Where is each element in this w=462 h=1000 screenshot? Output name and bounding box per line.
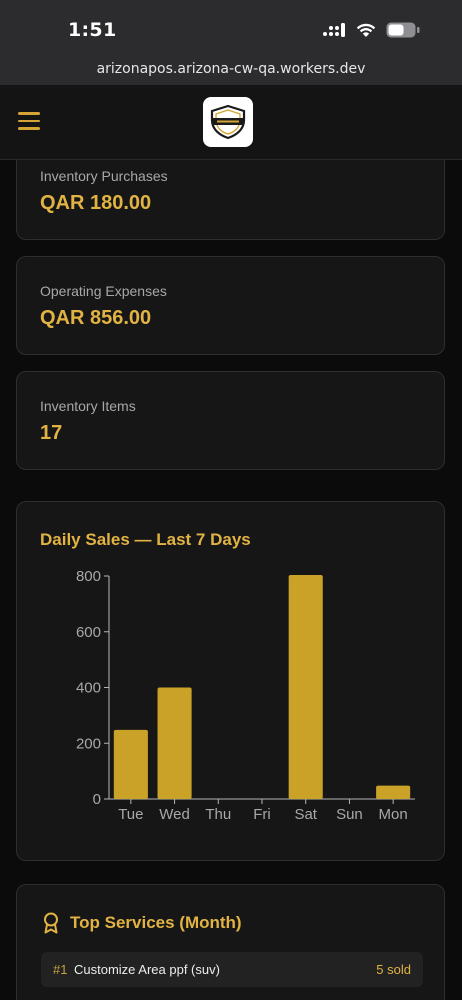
stat-label: Inventory Purchases bbox=[40, 168, 168, 184]
status-time: 1:51 bbox=[68, 19, 117, 41]
stat-card-operating-expenses: Operating Expenses QAR 856.00 bbox=[16, 256, 445, 355]
wifi-icon bbox=[356, 23, 376, 37]
bar-wed bbox=[157, 687, 192, 799]
y-tick-label: 400 bbox=[76, 680, 101, 697]
x-tick-label: Fri bbox=[253, 806, 271, 823]
app-header bbox=[0, 85, 462, 160]
daily-sales-chart-card: Daily Sales — Last 7 Days 0 200 400 600 800 T… bbox=[16, 501, 445, 861]
x-tick-label: Sun bbox=[336, 806, 363, 823]
status-icons bbox=[322, 22, 420, 38]
y-tick-label: 600 bbox=[76, 624, 101, 641]
bar-mon bbox=[376, 785, 411, 799]
x-tick-label: Thu bbox=[205, 806, 231, 823]
x-tick-label: Mon bbox=[379, 806, 408, 823]
y-tick-label: 800 bbox=[76, 568, 101, 585]
stat-value: 17 bbox=[40, 422, 63, 444]
y-tick-label: 0 bbox=[93, 791, 101, 808]
service-rank: #1 bbox=[53, 962, 68, 977]
hamburger-icon[interactable] bbox=[18, 112, 40, 132]
x-tick-label: Tue bbox=[118, 806, 143, 823]
bar-sat bbox=[288, 575, 323, 799]
stat-card-inventory-items: Inventory Items 17 bbox=[16, 371, 445, 470]
x-tick-label: Sat bbox=[294, 806, 317, 823]
status-bar: 1:51 bbox=[0, 0, 462, 56]
award-icon bbox=[44, 912, 58, 934]
service-row[interactable]: #1 Customize Area ppf (suv) 5 sold bbox=[41, 952, 423, 987]
stat-value: QAR 180.00 bbox=[40, 192, 152, 214]
services-title: Top Services (Month) bbox=[70, 913, 242, 932]
service-count: 5 sold bbox=[376, 962, 411, 977]
x-tick-label: Wed bbox=[159, 806, 190, 823]
shield-logo-icon[interactable] bbox=[203, 97, 253, 147]
stat-label: Operating Expenses bbox=[40, 283, 167, 299]
top-services-card: Top Services (Month) #1 Customize Area p… bbox=[16, 884, 445, 1000]
stat-value: QAR 856.00 bbox=[40, 307, 152, 329]
cellular-signal-icon bbox=[323, 23, 345, 37]
battery-icon bbox=[386, 22, 420, 38]
daily-sales-chart: 0 200 400 600 800 Tue Wed Thu Fri Sat Sun Mon bbox=[76, 568, 415, 823]
stat-label: Inventory Items bbox=[40, 398, 136, 414]
service-name: Customize Area ppf (suv) bbox=[74, 962, 220, 977]
url-bar[interactable]: arizonapos.arizona-cw-qa.workers.dev bbox=[0, 56, 462, 85]
y-tick-label: 200 bbox=[76, 735, 101, 752]
bar-tue bbox=[113, 729, 148, 799]
